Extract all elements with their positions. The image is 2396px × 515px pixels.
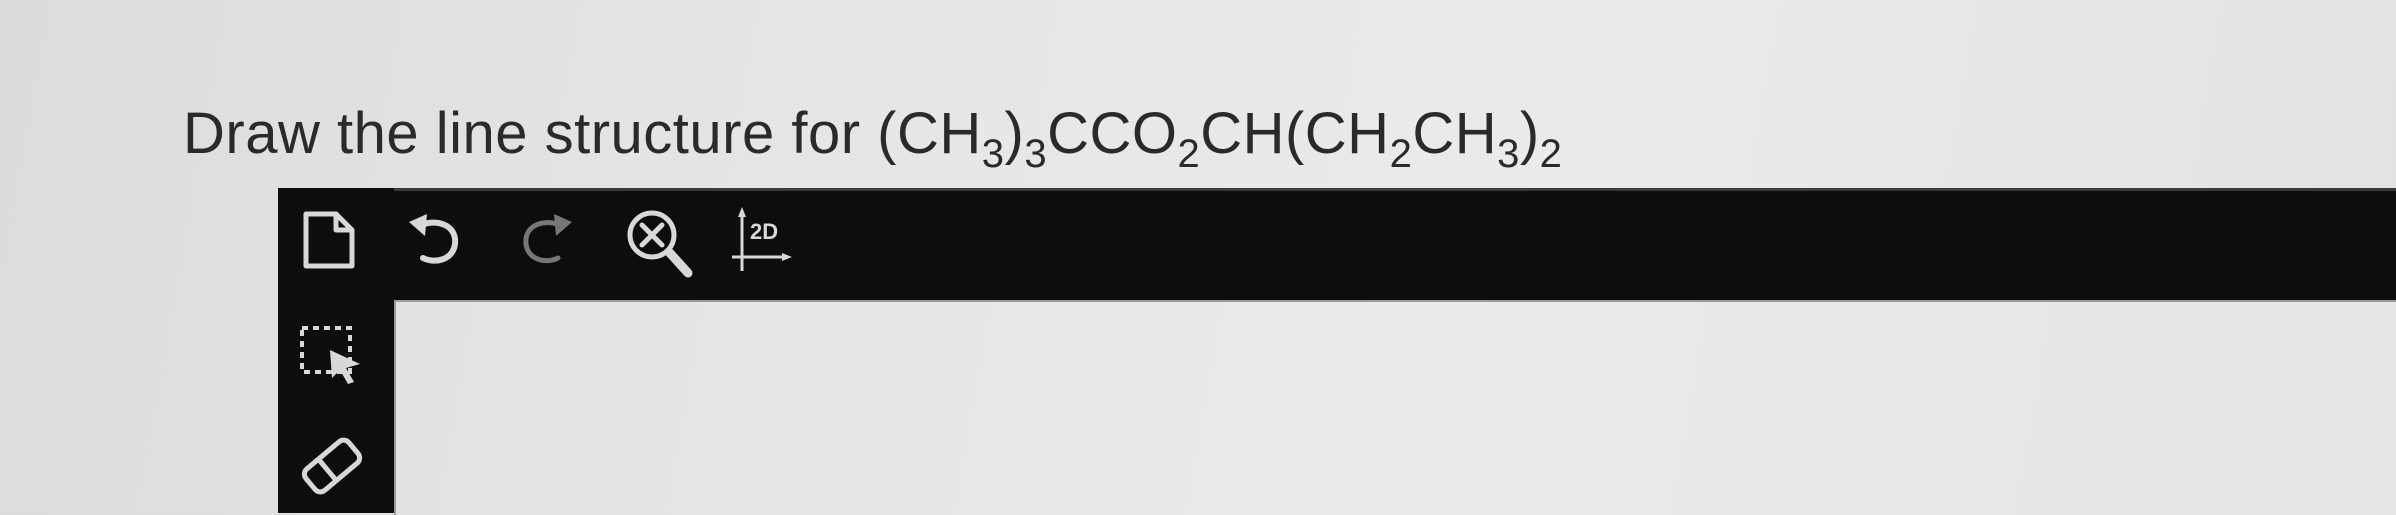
clean-2d-icon[interactable]: 2D xyxy=(728,205,808,277)
formula-subscript: 3 xyxy=(1024,132,1048,176)
formula-text: CH xyxy=(1412,101,1498,166)
formula-subscript: 2 xyxy=(1539,132,1563,176)
question-prefix: Draw the line structure for xyxy=(183,101,878,166)
formula-text: ) xyxy=(1519,101,1540,166)
formula-subscript: 2 xyxy=(1177,132,1201,176)
formula-text: CCO xyxy=(1047,101,1178,166)
formula-subscript: 3 xyxy=(981,132,1005,176)
new-document-icon[interactable] xyxy=(298,210,360,272)
undo-icon[interactable] xyxy=(405,210,467,272)
eraser-icon[interactable] xyxy=(296,430,368,502)
formula-subscript: 3 xyxy=(1497,132,1520,176)
question-text: Draw the line structure for (CH3)3CCO2CH… xyxy=(183,100,1562,174)
select-tool-icon[interactable] xyxy=(296,322,368,386)
top-toolbar xyxy=(278,188,2396,313)
formula-text: CH(CH xyxy=(1200,101,1390,166)
redo-icon[interactable] xyxy=(516,210,578,272)
drawing-canvas[interactable] xyxy=(394,300,2396,515)
formula-text: ) xyxy=(1004,101,1025,166)
formula-subscript: 2 xyxy=(1389,132,1413,176)
clear-zoom-icon[interactable] xyxy=(622,205,694,281)
chemical-formula: (CH3)3CCO2CH(CH2CH3)2 xyxy=(877,101,1562,174)
formula-text: (CH xyxy=(877,101,982,166)
clean-2d-label: 2D xyxy=(750,219,778,244)
